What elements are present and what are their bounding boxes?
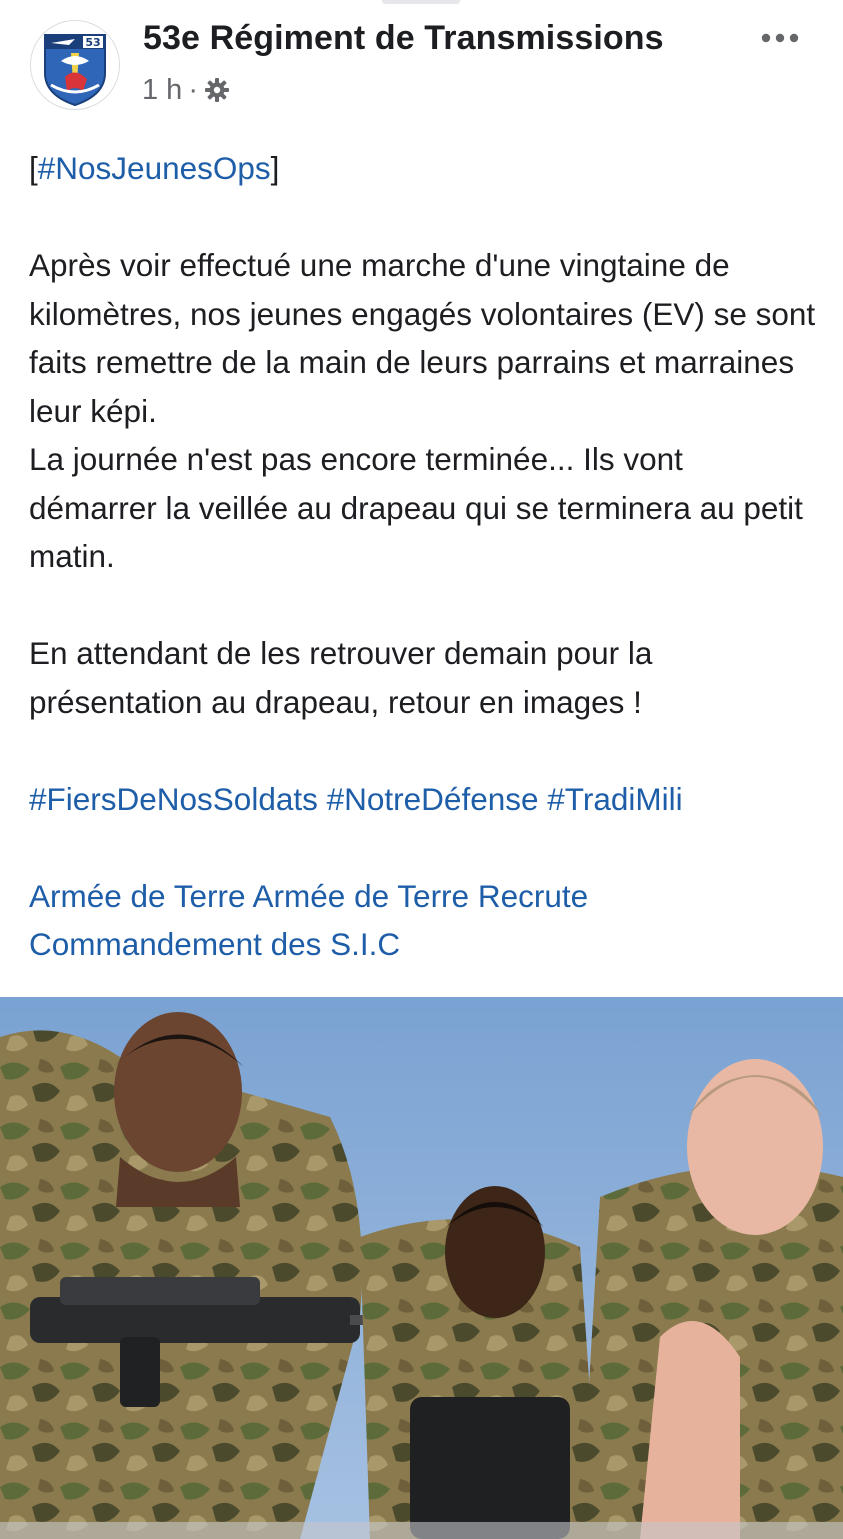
hashtag-nosjeunesops[interactable]: #NosJeunesOps bbox=[38, 150, 271, 186]
mention-commandement-sic[interactable]: Commandement des S.I.C bbox=[29, 926, 400, 962]
post-photo[interactable] bbox=[0, 997, 843, 1539]
post-time[interactable]: 1 h bbox=[142, 74, 182, 107]
photo-soldats-icon bbox=[0, 997, 843, 1539]
settings-gear-icon bbox=[204, 77, 230, 103]
meta-separator: · bbox=[188, 73, 198, 106]
tag-bracket-close: ] bbox=[270, 150, 280, 186]
paragraph-1: Après voir effectué une marche d'une vin… bbox=[29, 247, 816, 429]
mention-armee-recrute[interactable]: Armée de Terre Recrute bbox=[253, 878, 589, 914]
more-horizontal-icon bbox=[761, 33, 799, 43]
avatar[interactable]: 53 bbox=[30, 20, 120, 110]
tag-line: [#NosJeunesOps] bbox=[29, 144, 819, 193]
avatar-badge: 53 bbox=[85, 36, 100, 49]
hashtag-defense[interactable]: #NotreDéfense bbox=[327, 781, 539, 817]
regiment-crest-icon: 53 bbox=[31, 21, 119, 109]
hashtag-tradimili[interactable]: #TradiMili bbox=[547, 781, 682, 817]
more-options-button[interactable] bbox=[752, 18, 808, 58]
paragraph-2: La journée n'est pas encore terminée... … bbox=[29, 441, 803, 574]
post-text: [#NosJeunesOps] Après voir effectué une … bbox=[29, 144, 819, 969]
mentions-line: Armée de Terre Armée de Terre Recrute Com… bbox=[29, 872, 819, 969]
hashtags-line: #FiersDeNosSoldats #NotreDéfense #TradiM… bbox=[29, 775, 819, 824]
tag-bracket-open: [ bbox=[29, 150, 38, 186]
post-header: 53 53e Régiment de Transmissions 1 h · bbox=[0, 0, 843, 130]
post-meta: 1 h · bbox=[142, 72, 230, 108]
paragraph-3: En attendant de les retrouver demain pou… bbox=[29, 635, 653, 720]
mention-armee-de-terre[interactable]: Armée de Terre bbox=[29, 878, 246, 914]
hashtag-fiers[interactable]: #FiersDeNosSoldats bbox=[29, 781, 318, 817]
page-name[interactable]: 53e Régiment de Transmissions bbox=[143, 19, 664, 58]
